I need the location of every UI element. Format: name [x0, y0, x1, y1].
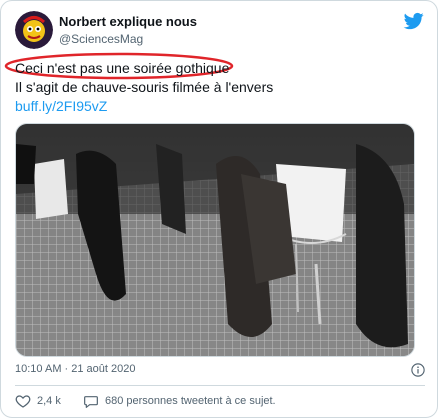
tweet-text-line-1: Ceci n'est pas une soirée gothique	[15, 60, 230, 76]
info-icon[interactable]	[411, 363, 425, 377]
author-handle[interactable]: @SciencesMag	[59, 32, 197, 46]
author-block[interactable]: Norbert explique nous @SciencesMag	[59, 14, 197, 46]
twitter-bird-icon[interactable]	[403, 11, 425, 31]
tweet-actions: 2,4 k 680 personnes tweetent à ce sujet.	[15, 393, 425, 411]
video-frame	[16, 124, 414, 356]
tweet-text-line-2: Il s'agit de chauve-souris filmée à l'en…	[15, 79, 274, 95]
display-name[interactable]: Norbert explique nous	[59, 14, 197, 29]
speech-bubble-icon	[84, 396, 98, 408]
divider	[15, 385, 425, 386]
tweet-text: Ceci n'est pas une soirée gothique Il s'…	[15, 59, 425, 116]
tweet-timestamp[interactable]: 10:10 AM · 21 août 2020	[15, 363, 135, 375]
conversation-button[interactable]: 680 personnes tweetent à ce sujet.	[83, 393, 276, 409]
conversation-text: 680 personnes tweetent à ce sujet.	[105, 395, 276, 407]
tweet-header: Norbert explique nous @SciencesMag	[15, 11, 425, 51]
tweet-meta: 10:10 AM · 21 août 2020	[15, 363, 425, 379]
tweet-card[interactable]: Norbert explique nous @SciencesMag Ceci …	[0, 0, 438, 418]
tweet-video[interactable]	[15, 123, 415, 357]
heart-icon	[15, 395, 31, 408]
like-button[interactable]: 2,4 k	[15, 393, 61, 409]
tweet-link[interactable]: buff.ly/2FI95vZ	[15, 98, 107, 114]
avatar[interactable]	[15, 11, 53, 49]
like-count: 2,4 k	[37, 395, 61, 407]
